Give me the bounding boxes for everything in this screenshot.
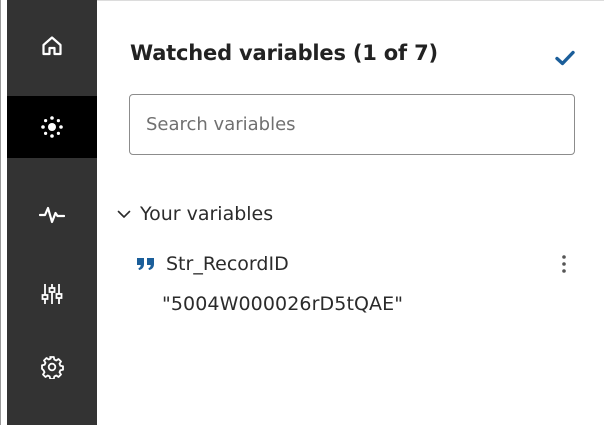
rail-item-home[interactable]	[7, 15, 97, 77]
rail-item-settings-sliders[interactable]	[7, 263, 97, 325]
more-vertical-icon	[562, 255, 566, 273]
variable-menu-button[interactable]	[552, 248, 576, 280]
group-toggle-your-variables[interactable]: Your variables	[117, 200, 273, 228]
variable-value: "5004W000026rD5tQAE"	[162, 293, 404, 315]
group-label: Your variables	[140, 203, 274, 225]
rail-item-variables[interactable]	[7, 96, 97, 158]
confirm-button[interactable]	[552, 45, 578, 71]
variable-row[interactable]: Str_RecordID	[137, 248, 579, 280]
gear-icon	[41, 356, 64, 379]
quote-icon	[137, 258, 154, 270]
home-icon	[42, 36, 62, 56]
activity-icon	[39, 206, 65, 224]
variables-icon	[41, 116, 63, 138]
sliders-icon	[41, 284, 63, 304]
window-edge	[0, 0, 7, 425]
side-rail	[7, 0, 97, 425]
rail-item-activity[interactable]	[7, 184, 97, 246]
chevron-down-icon	[117, 210, 131, 218]
search-input[interactable]	[129, 94, 575, 155]
variable-name: Str_RecordID	[166, 253, 289, 275]
checkmark-icon	[555, 50, 575, 66]
watched-variables-panel: Watched variables (1 of 7) Your variable…	[97, 1, 604, 425]
rail-item-gear[interactable]	[7, 336, 97, 398]
page-title: Watched variables (1 of 7)	[130, 41, 438, 65]
